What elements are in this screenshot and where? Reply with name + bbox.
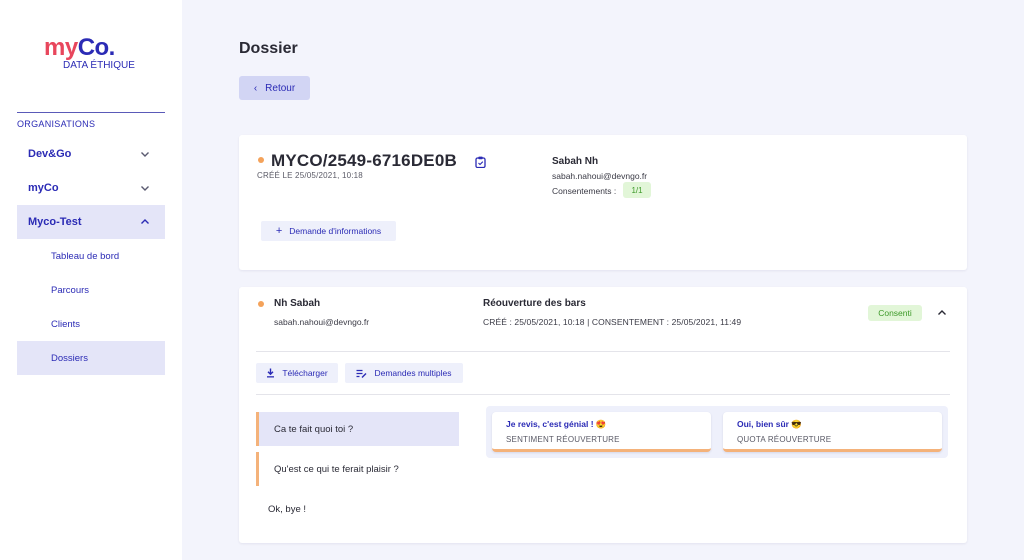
sidebar-org-devgo[interactable]: Dev&Go [17,137,165,171]
sidebar-divider [17,112,165,113]
dossier-card: MYCO/2549-6716DE0B CRÉÉ LE 25/05/2021, 1… [239,135,967,270]
sidebar-item-dossiers[interactable]: Dossiers [17,341,165,375]
sidebar-item-clients[interactable]: Clients [17,307,165,341]
chevron-down-icon [141,186,149,191]
parcours-dates: CRÉÉ : 25/05/2021, 10:18 | CONSENTEMENT … [483,317,742,327]
question-item[interactable]: Ca te fait quoi toi ? [256,412,459,446]
person-email: sabah.nahoui@devngo.fr [552,171,648,181]
back-button-label: Retour [265,82,296,94]
answers-panel: Je revis, c'est génial ! 😍 SENTIMENT RÉO… [486,406,948,458]
answer-card: Je revis, c'est génial ! 😍 SENTIMENT RÉO… [492,412,711,452]
chevron-left-icon: ‹ [253,82,258,94]
logo[interactable]: myCo. DATA ÉTHIQUE [44,36,144,72]
dossier-created-date: CRÉÉ LE 25/05/2021, 10:18 [257,171,363,180]
multiple-requests-label: Demandes multiples [374,368,452,378]
answer-label: QUOTA RÉOUVERTURE [737,435,832,444]
divider [256,394,950,395]
dossier-id: MYCO/2549-6716DE0B [271,151,457,170]
chevron-down-icon [141,152,149,157]
multiple-requests-button[interactable]: Demandes multiples [345,363,463,383]
back-button[interactable]: ‹ Retour [239,76,310,100]
download-icon [267,368,275,378]
sidebar-org-myco[interactable]: myCo [17,171,165,205]
plus-icon: + [275,225,283,237]
client-email: sabah.nahoui@devngo.fr [274,317,370,327]
answer-card: Oui, bien sûr 😎 QUOTA RÉOUVERTURE [723,412,942,452]
parcours-title: Réouverture des bars [483,298,586,309]
divider [256,351,950,352]
sidebar-org-myco-test[interactable]: Myco-Test [17,205,165,239]
chevron-up-icon[interactable] [936,307,948,319]
org-label: myCo [28,182,59,194]
download-label: Télécharger [282,368,328,378]
question-item[interactable]: Ok, bye ! [256,492,459,526]
question-item[interactable]: Qu'est ce qui te ferait plaisir ? [256,452,459,486]
parcours-card: Nh Sabah sabah.nahoui@devngo.fr Réouvert… [239,287,967,543]
status-dot [258,157,264,163]
answer-text: Je revis, c'est génial ! 😍 [506,419,607,429]
page-title: Dossier [239,40,298,57]
client-name: Nh Sabah [274,298,321,309]
answer-label: SENTIMENT RÉOUVERTURE [506,435,620,444]
edit-list-icon [356,369,367,378]
clipboard-icon[interactable] [475,156,486,168]
sidebar-item-tableau-de-bord[interactable]: Tableau de bord [17,239,165,273]
logo-wordmark: myCo. [44,36,144,60]
sidebar: myCo. DATA ÉTHIQUE ORGANISATIONS Dev&Go … [0,0,182,560]
consents-label: Consentements : [552,186,617,196]
download-button[interactable]: Télécharger [256,363,338,383]
status-badge: Consenti [868,305,922,321]
org-label: Myco-Test [28,216,82,228]
status-dot [258,301,264,307]
org-label: Dev&Go [28,148,72,160]
consents-badge: 1/1 [623,182,651,198]
person-name: Sabah Nh [552,156,599,167]
logo-tagline: DATA ÉTHIQUE [63,60,135,71]
logo-part-my: my [44,34,78,61]
sidebar-item-parcours[interactable]: Parcours [17,273,165,307]
sidebar-section-title: ORGANISATIONS [17,119,96,129]
info-request-label: Demande d'informations [289,226,382,236]
logo-part-co: Co. [77,34,116,61]
answer-text: Oui, bien sûr 😎 [737,419,802,429]
info-request-button[interactable]: + Demande d'informations [261,221,396,241]
chevron-up-icon [141,219,149,224]
